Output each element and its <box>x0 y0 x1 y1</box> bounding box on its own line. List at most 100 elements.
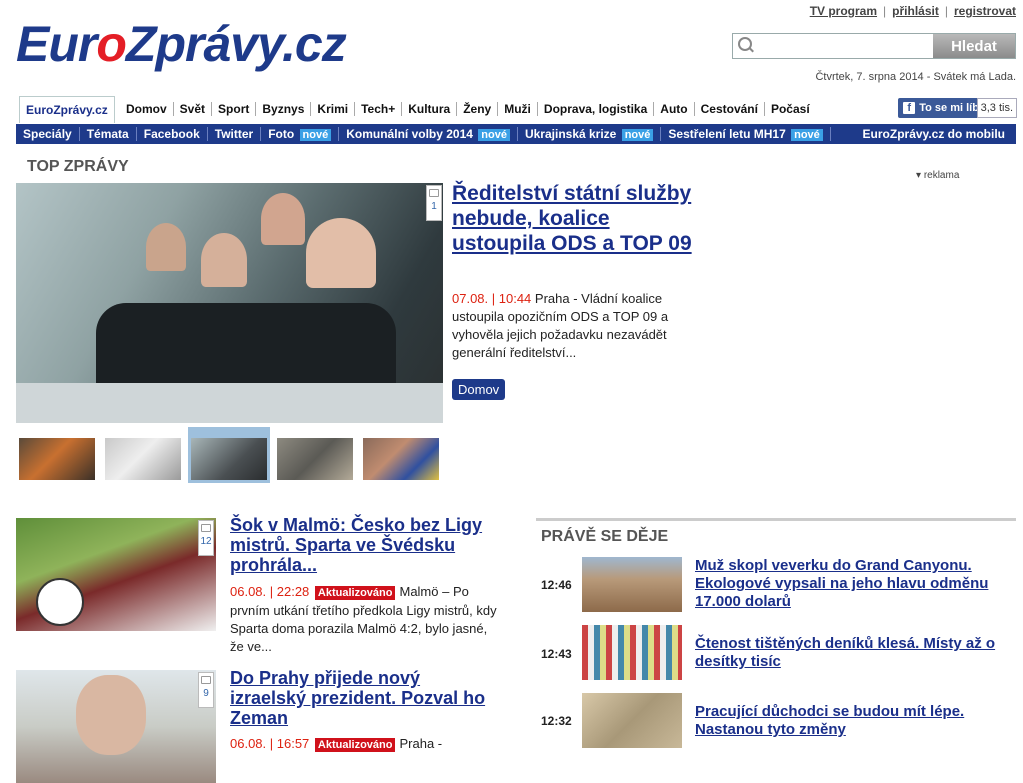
search-input[interactable] <box>753 36 937 56</box>
story-image[interactable]: 9 <box>16 670 216 783</box>
story-headline[interactable]: Šok v Malmö: Česko bez Ligy mistrů. Spar… <box>230 515 500 575</box>
tv-program-link[interactable]: TV program <box>810 4 877 18</box>
nav-item-domov[interactable]: Domov <box>120 102 174 116</box>
comment-icon <box>429 189 439 197</box>
live-item-time: 12:32 <box>541 714 572 728</box>
facebook-like-label: To se mi líbí <box>919 102 982 114</box>
search-box: Hledat <box>732 33 1016 59</box>
comment-count-badge[interactable]: 12 <box>198 520 214 556</box>
live-item-time: 12:46 <box>541 578 572 592</box>
updated-badge: Aktualizováno <box>314 738 396 752</box>
site-logo[interactable]: EuroZprávy.cz <box>16 14 347 74</box>
subnav-label: Komunální volby 2014 <box>346 127 473 141</box>
comment-count: 1 <box>431 201 437 212</box>
logo-part-2: o <box>96 16 127 72</box>
comment-count-badge[interactable]: 9 <box>198 672 214 708</box>
thumbnail-3[interactable] <box>191 438 267 480</box>
ad-label-text: reklama <box>923 170 960 181</box>
live-item-image[interactable] <box>582 625 682 680</box>
story-perex: 06.08. | 16:57 Aktualizováno Praha - <box>230 735 498 754</box>
subnav-label: Ukrajinská krize <box>524 127 617 141</box>
subnav-label: Foto <box>268 127 295 141</box>
nav-item-krimi[interactable]: Krimi <box>311 102 356 116</box>
story-date: 06.08. | 22:28 <box>230 584 310 599</box>
story-date: 07.08. | 10:44 <box>452 291 532 306</box>
divider <box>536 518 1016 521</box>
thumbnail-5[interactable] <box>363 438 439 480</box>
ad-label: ▾ reklama <box>916 170 960 181</box>
subnav-item-foto[interactable]: Foto nové <box>261 127 340 141</box>
story-date: 06.08. | 16:57 <box>230 736 310 751</box>
comment-count-badge[interactable]: 1 <box>426 185 442 221</box>
top-story-perex: 07.08. | 10:44 Praha - Vládní koalice us… <box>452 290 692 362</box>
thumbnail-4[interactable] <box>277 438 353 480</box>
new-badge: nové <box>478 129 510 141</box>
subnav-item-twitter[interactable]: Twitter <box>207 127 262 141</box>
top-links: TV program | přihlásit | registrovat <box>810 4 1016 18</box>
subnav-item-temata[interactable]: Témata <box>79 127 137 141</box>
thumbnail-1[interactable] <box>19 438 95 480</box>
nav-item-muzi[interactable]: Muži <box>498 102 538 116</box>
nav-item-tech[interactable]: Tech+ <box>355 102 403 116</box>
subnav-item-facebook[interactable]: Facebook <box>136 127 208 141</box>
nav-item-sport[interactable]: Sport <box>212 102 257 116</box>
main-nav: EuroZprávy.cz Domov Svět Sport Byznys Krimi T… <box>16 96 1016 123</box>
nav-item-zeny[interactable]: Ženy <box>457 102 499 116</box>
register-link[interactable]: registrovat <box>954 4 1016 18</box>
ball-image <box>36 578 84 626</box>
face-image <box>76 675 146 755</box>
thumbnail-2[interactable] <box>105 438 181 480</box>
facebook-like-count: 3,3 tis. <box>976 98 1017 118</box>
story-perex: 06.08. | 22:28 Aktualizováno Malmö – Po p… <box>230 583 498 656</box>
live-news-title: PRÁVĚ SE DĚJE <box>541 528 669 545</box>
top-story-image[interactable]: 1 <box>16 183 443 423</box>
subnav-label: Twitter <box>214 127 254 141</box>
live-item-image[interactable] <box>582 693 682 748</box>
login-link[interactable]: přihlásit <box>892 4 939 18</box>
comment-count: 12 <box>200 536 212 547</box>
separator: | <box>944 4 948 18</box>
logo-part-3: Zprávy.cz <box>125 16 347 72</box>
subnav-item-specialy[interactable]: Speciály <box>16 127 80 141</box>
logo-part-1: Eur <box>16 16 97 72</box>
search-icon <box>738 37 752 51</box>
live-item-headline[interactable]: Čtenost tištěných deníků klesá. Místy až… <box>695 635 1013 671</box>
live-item-image[interactable] <box>582 557 682 612</box>
comment-icon <box>201 676 211 684</box>
sub-nav: Speciály Témata Facebook Twitter Foto nové Ko… <box>16 124 1016 144</box>
nav-item-kultura[interactable]: Kultura <box>402 102 458 116</box>
story-headline[interactable]: Do Prahy přijede nový izraelský preziden… <box>230 668 500 728</box>
comment-count: 9 <box>203 688 209 699</box>
subnav-label: Témata <box>86 127 129 141</box>
top-story-headline[interactable]: Ředitelství státní služby nebude, koalic… <box>452 181 692 256</box>
subnav-item-mh17[interactable]: Sestřelení letu MH17 nové <box>661 127 831 141</box>
comment-icon <box>201 524 211 532</box>
nav-item-auto[interactable]: Auto <box>654 102 695 116</box>
top-news-title: TOP ZPRÁVY <box>27 158 129 175</box>
nav-item-byznys[interactable]: Byznys <box>256 102 312 116</box>
subnav-item-ukrajina[interactable]: Ukrajinská krize nové <box>517 127 662 141</box>
subnav-item-volby[interactable]: Komunální volby 2014 nové <box>339 127 518 141</box>
live-item-headline[interactable]: Muž skopl veverku do Grand Canyonu. Ekol… <box>695 557 1013 611</box>
facebook-like-button[interactable]: f To se mi líbí <box>898 98 987 118</box>
subnav-label: Facebook <box>143 127 200 141</box>
nav-item-doprava[interactable]: Doprava, logistika <box>537 102 655 116</box>
nav-item-cestovani[interactable]: Cestování <box>694 102 765 116</box>
new-badge: nové <box>299 129 332 141</box>
story-image[interactable]: 12 <box>16 518 216 631</box>
nav-item-svet[interactable]: Svět <box>173 102 213 116</box>
new-badge: nové <box>621 129 654 141</box>
subnav-label: Speciály <box>23 127 72 141</box>
tab-home[interactable]: EuroZprávy.cz <box>19 96 115 123</box>
live-item-time: 12:43 <box>541 647 572 661</box>
dateline: Čtvrtek, 7. srpna 2014 - Svátek má Lada. <box>815 71 1016 83</box>
subnav-label: Sestřelení letu MH17 <box>668 127 786 141</box>
live-item-headline[interactable]: Pracující důchodci se budou mít lépe. Na… <box>695 703 1013 739</box>
category-tag-domov[interactable]: Domov <box>452 379 506 400</box>
search-button[interactable]: Hledat <box>933 34 1015 58</box>
mobile-version-link[interactable]: EuroZprávy.cz do mobilu <box>863 124 1005 144</box>
facebook-icon: f <box>903 102 916 114</box>
nav-item-pocasi[interactable]: Počasí <box>765 102 816 116</box>
separator: | <box>883 4 887 18</box>
updated-badge: Aktualizováno <box>314 586 396 600</box>
